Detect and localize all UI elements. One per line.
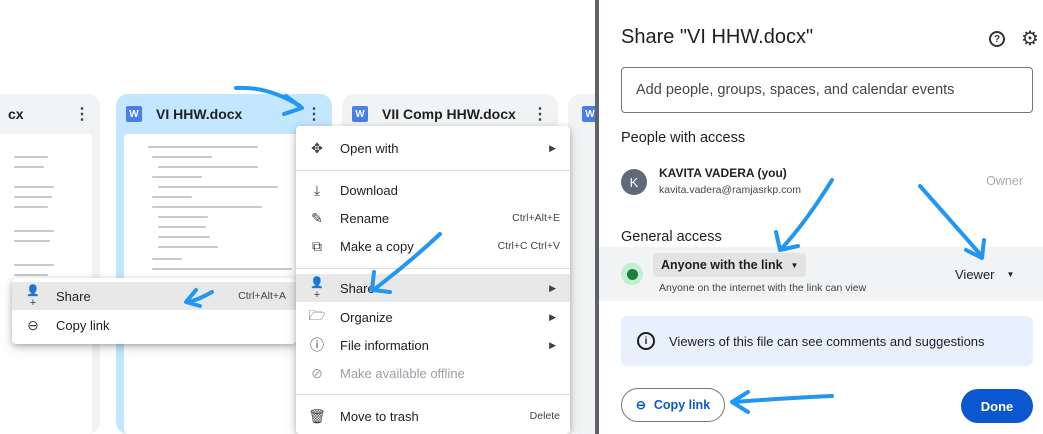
info-banner-text: Viewers of this file can see comments an…	[669, 333, 985, 349]
menu-item-organize[interactable]: 🗁 Organize ▶	[296, 303, 570, 331]
menu-item-label: Open with	[340, 140, 399, 156]
file-context-menu: ✥ Open with ▶ ⤓ Download ✎ Rename Ctrl+A…	[296, 126, 570, 434]
person-row: K KAVITA VADERA (you) kavita.vadera@ramj…	[621, 164, 1033, 204]
menu-item-share[interactable]: 👤+ Share ▶	[296, 274, 570, 302]
copy-link-label: Copy link	[653, 398, 711, 412]
menu-item-label: Share	[56, 288, 91, 304]
folder-icon: 🗁	[308, 307, 326, 323]
menu-item-offline[interactable]: ⊘ Make available offline	[296, 359, 570, 387]
menu-item-copy-link[interactable]: ⊖ Copy link	[12, 311, 296, 339]
file-card[interactable]: W	[568, 94, 595, 434]
file-card-title: VII Comp HHW.docx	[382, 106, 516, 122]
role-dropdown[interactable]: Viewer ▼	[955, 267, 1014, 282]
copy-icon: ⧉	[312, 237, 322, 254]
menu-item-label: Organize	[340, 309, 393, 325]
menu-shortcut: Ctrl+Alt+E	[512, 212, 560, 224]
share-person-icon: 👤+	[26, 284, 40, 309]
menu-item-share[interactable]: 👤+ Share Ctrl+Alt+A	[12, 282, 296, 310]
caret-down-icon: ▼	[790, 260, 799, 270]
person-email: kavita.vadera@ramjasrkp.com	[659, 184, 801, 196]
info-icon: ⓘ	[310, 337, 324, 353]
gear-icon[interactable]: ⚙	[1021, 26, 1039, 51]
menu-item-move-to-trash[interactable]: 🗑 Move to trash Delete	[296, 402, 570, 430]
link-icon: ⊖	[635, 398, 646, 412]
share-dialog: Share "VI HHW.docx" ? ⚙ Add people, grou…	[599, 0, 1043, 434]
menu-item-label: Rename	[340, 210, 390, 226]
people-with-access-heading: People with access	[621, 130, 746, 146]
menu-item-label: Share	[340, 280, 375, 296]
chevron-right-icon: ▶	[549, 339, 556, 350]
menu-shortcut: Delete	[529, 410, 560, 422]
menu-item-label: Download	[340, 182, 398, 198]
menu-item-make-copy[interactable]: ⧉ Make a copy Ctrl+C Ctrl+V	[296, 232, 570, 260]
chevron-right-icon: ▶	[549, 282, 556, 293]
trash-icon: 🗑	[308, 407, 326, 424]
info-icon: i	[637, 332, 655, 350]
done-label: Done	[980, 398, 1014, 414]
file-card-title: cx	[8, 106, 24, 122]
done-button[interactable]: Done	[961, 389, 1033, 423]
role-label: Viewer	[955, 267, 995, 282]
info-banner: i Viewers of this file can see comments …	[621, 316, 1033, 366]
rename-icon: ✎	[311, 209, 323, 226]
link-access-dropdown[interactable]: Anyone with the link ▼	[653, 253, 807, 277]
globe-icon	[621, 263, 643, 285]
download-icon: ⤓	[313, 181, 321, 198]
share-person-icon: 👤+	[310, 276, 324, 301]
person-name: KAVITA VADERA (you)	[659, 166, 787, 180]
menu-item-rename[interactable]: ✎ Rename Ctrl+Alt+E	[296, 204, 570, 232]
menu-item-download[interactable]: ⤓ Download	[296, 176, 570, 204]
menu-item-label: File information	[340, 337, 429, 353]
offline-icon: ⊘	[311, 364, 323, 381]
menu-item-label: Copy link	[56, 317, 110, 333]
owner-role: Owner	[986, 174, 1023, 188]
file-card[interactable]: cx ⋮	[0, 94, 100, 434]
help-icon[interactable]: ?	[989, 31, 1005, 47]
add-people-placeholder: Add people, groups, spaces, and calendar…	[636, 82, 955, 98]
file-card-title: VI HHW.docx	[156, 106, 243, 122]
add-people-input[interactable]: Add people, groups, spaces, and calendar…	[621, 67, 1033, 113]
menu-item-label: Make available offline	[340, 365, 465, 381]
menu-item-label: Move to trash	[340, 408, 419, 424]
menu-item-open-with[interactable]: ✥ Open with ▶	[296, 134, 570, 162]
share-submenu: 👤+ Share Ctrl+Alt+A ⊖ Copy link	[12, 278, 296, 344]
more-options-icon[interactable]: ⋮	[532, 104, 548, 124]
open-with-icon: ✥	[311, 139, 323, 156]
menu-shortcut: Ctrl+C Ctrl+V	[497, 240, 560, 252]
chevron-right-icon: ▶	[549, 311, 556, 322]
avatar: K	[621, 169, 647, 195]
dialog-title: Share "VI HHW.docx"	[621, 26, 814, 48]
link-access-description: Anyone on the internet with the link can…	[659, 282, 867, 294]
general-access-heading: General access	[621, 229, 722, 245]
menu-shortcut: Ctrl+Alt+A	[238, 290, 286, 302]
link-access-label: Anyone with the link	[661, 258, 783, 272]
more-options-icon[interactable]: ⋮	[74, 104, 90, 124]
word-doc-icon: W	[126, 106, 142, 122]
link-icon: ⊖	[27, 316, 39, 333]
menu-item-file-information[interactable]: ⓘ File information ▶	[296, 331, 570, 359]
copy-link-button[interactable]: ⊖ Copy link	[621, 388, 725, 422]
chevron-right-icon: ▶	[549, 142, 556, 153]
drive-file-grid: cx ⋮ W VI HHW.docx ⋮ W VII Comp HHW.docx…	[0, 0, 595, 434]
menu-item-label: Make a copy	[340, 238, 414, 254]
word-doc-icon: W	[352, 106, 368, 122]
general-access-row: Anyone with the link ▼ Anyone on the int…	[599, 247, 1043, 301]
caret-down-icon: ▼	[1006, 270, 1015, 279]
more-options-icon[interactable]: ⋮	[306, 104, 322, 124]
word-doc-icon: W	[582, 106, 595, 122]
